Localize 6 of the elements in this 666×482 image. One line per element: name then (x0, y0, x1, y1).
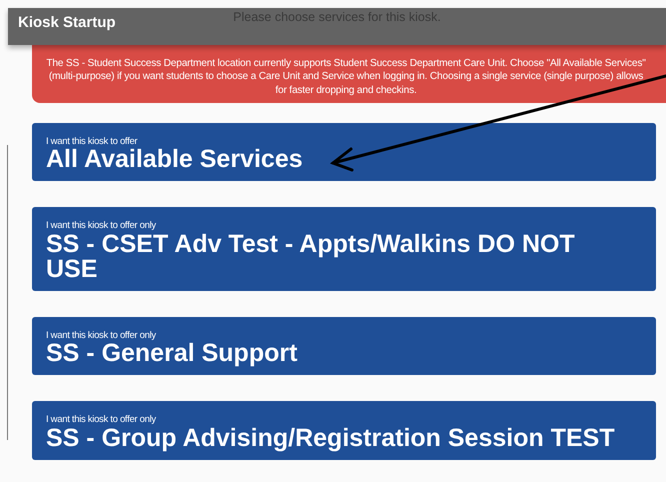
service-button[interactable]: I want this kiosk to offer only SS - Group Advising/Registration Session TEST (32, 401, 656, 460)
service-button[interactable]: I want this kiosk to offer only SS - General Support (32, 316, 656, 376)
header-title: Kiosk Startup (18, 13, 116, 33)
service-button[interactable]: I want this kiosk to offer All Available Services (32, 122, 656, 182)
alert-message: The SS - Student Success Department location currently supports Student Success Department Care Unit. Choose "All Available Services" (multi-purpose) if you want students to choose a Care Unit and Service when logging in. Choosing a single service (single purpose) allows for faster dropping and checkins. (32, 45, 666, 103)
service-button[interactable]: I want this kiosk to offer only SS - CSET Adv Test - Appts/Walkins DO NOT USE (32, 207, 656, 291)
